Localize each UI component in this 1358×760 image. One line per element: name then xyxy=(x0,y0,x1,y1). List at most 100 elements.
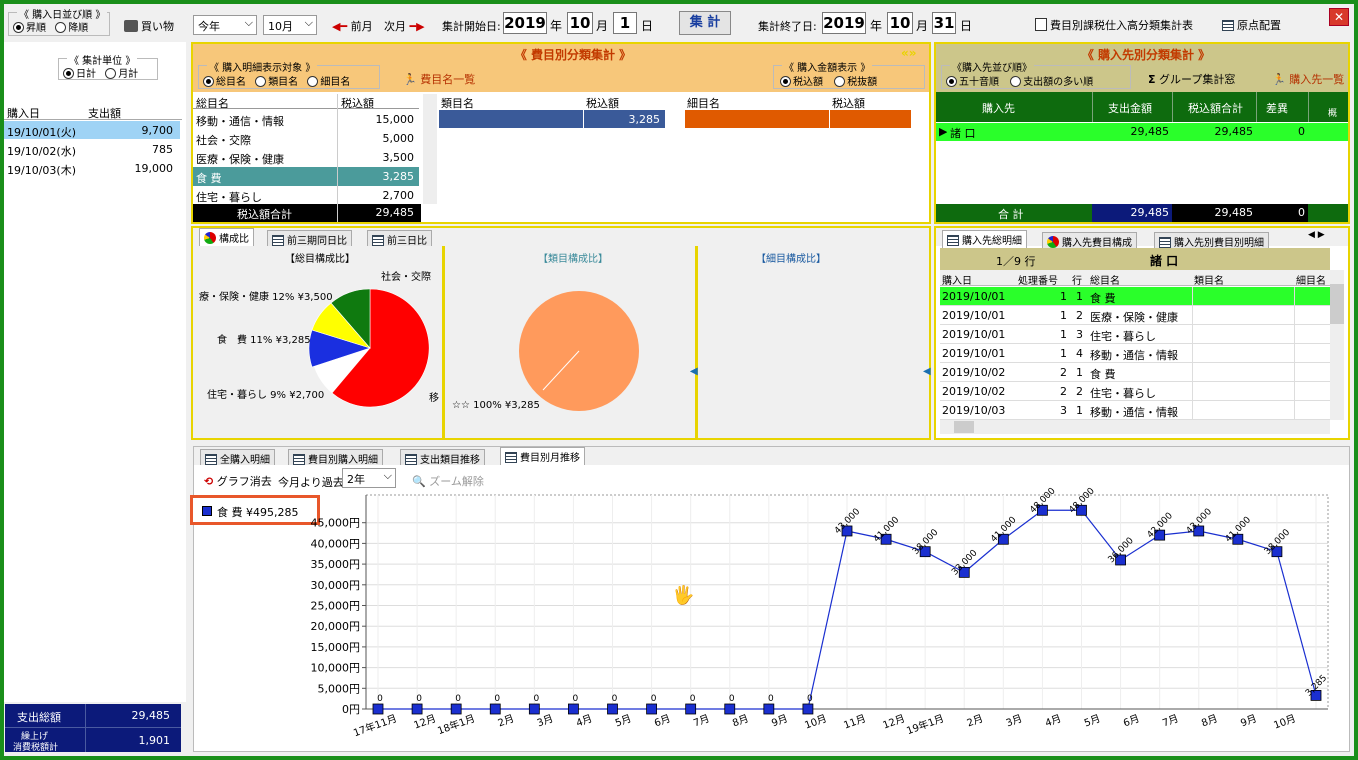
table-row[interactable]: 住宅・暮らし 2,700 xyxy=(193,186,419,205)
report-icon xyxy=(1035,18,1047,31)
end-year-input[interactable]: 2019 xyxy=(822,12,866,34)
data-label: 0 xyxy=(377,694,383,704)
expense-list-button[interactable]: 🏃 費目名一覧 xyxy=(403,71,475,87)
collapse-icon[interactable]: «» xyxy=(901,46,917,60)
current-supplier: 諸 口 xyxy=(1150,254,1179,268)
table-row-selected[interactable]: 食 費 3,285 xyxy=(193,167,419,186)
monthly-radio[interactable]: 月計 xyxy=(105,68,138,80)
grid-icon xyxy=(272,235,284,246)
x-tick-label: 10月 xyxy=(1272,713,1297,732)
data-point xyxy=(646,703,657,715)
table-row[interactable]: 医療・保険・健康 3,500 xyxy=(193,148,419,167)
layout-icon xyxy=(1222,20,1234,31)
detail-col-name: 細目名 xyxy=(687,97,720,110)
table-row[interactable]: 2019/10/02 2 1 食 費 xyxy=(940,363,1330,382)
pie-icon xyxy=(1047,236,1059,248)
table-row[interactable]: 19/10/03(木) 19,000 xyxy=(4,159,180,177)
x-tick-label: 10月 xyxy=(803,713,828,732)
table-row-selected[interactable]: 3,285 xyxy=(439,110,665,128)
table-row[interactable]: 2019/10/02 2 2 住宅・暮らし xyxy=(940,382,1330,401)
expand-arrow-icon[interactable]: ◀ xyxy=(923,366,931,377)
detail-hscroll[interactable] xyxy=(940,420,1330,434)
y-tick-label: 30,000円 xyxy=(311,579,361,592)
taxout-radio[interactable]: 税抜額 xyxy=(834,76,877,88)
x-tick-label: 8月 xyxy=(731,713,750,730)
report-button[interactable]: 費目別課税仕入高分類集計表 xyxy=(1035,17,1193,33)
y-tick-label: 45,000円 xyxy=(311,517,361,530)
table-row-selected[interactable] xyxy=(685,110,911,128)
detail-vscroll[interactable] xyxy=(1330,270,1344,420)
label-housing: 住宅・暮らし 9% ¥2,700 xyxy=(207,390,325,401)
x-tick-label: 19年1月 xyxy=(905,712,946,738)
tab-prev-day[interactable]: 前三日比 xyxy=(367,230,432,247)
x-tick-label: 2月 xyxy=(965,713,984,730)
tab-supplier-detail[interactable]: 購入先総明細 xyxy=(942,230,1027,248)
aggregate-button[interactable]: 集 計 xyxy=(679,11,731,35)
sort-asc-radio[interactable]: 昇順 xyxy=(13,22,46,34)
data-label: 0 xyxy=(494,694,500,704)
table-row[interactable]: 2019/10/01 1 3 住宅・暮らし xyxy=(940,325,1330,344)
table-row[interactable]: 2019/10/03 3 1 移動・通信・情報 xyxy=(940,401,1330,420)
tab-supplier-expense[interactable]: 購入先費目構成 xyxy=(1042,232,1137,249)
start-year-input[interactable]: 2019 xyxy=(503,12,547,34)
detail-tabs: 購入先総明細 購入先費目構成 購入先別費目別明細 ◀ ▶ xyxy=(936,228,1348,249)
year-select[interactable]: 今年 xyxy=(193,15,257,35)
ratio-panel: 構成比 前三期同日比 前三日比 【総目構成比】 社会・交際 療・保険・健康 12… xyxy=(191,226,931,440)
table-row[interactable]: 2019/10/01 1 1 食 費 xyxy=(940,287,1330,306)
expense-scrollbar[interactable] xyxy=(423,94,437,204)
x-tick-label: 6月 xyxy=(653,713,672,730)
data-label: 0 xyxy=(651,694,657,704)
table-row[interactable]: 19/10/01(火) 9,700 xyxy=(4,121,180,139)
start-month-input[interactable]: 10 xyxy=(567,12,593,34)
start-day-input[interactable]: 1 xyxy=(613,12,637,34)
kana-order-radio[interactable]: 五十音順 xyxy=(946,76,999,88)
supplier-detail-panel: 購入先総明細 購入先費目構成 購入先別費目別明細 ◀ ▶ 1／9 行 諸 口 購… xyxy=(934,226,1350,440)
sort-desc-radio[interactable]: 降順 xyxy=(55,22,88,34)
label-food: 食 費 11% ¥3,285 xyxy=(217,335,311,346)
data-point xyxy=(411,703,423,715)
pie-pane-detail: 【細目構成比】 ◀ ◀ xyxy=(690,246,931,438)
opt-class-radio[interactable]: 類目名 xyxy=(255,76,298,88)
x-tick-label: 4月 xyxy=(1043,713,1062,730)
data-label: 0 xyxy=(416,694,422,704)
data-point xyxy=(450,703,462,715)
table-row-selected[interactable]: ▶ 諸 口 29,485 29,485 0 xyxy=(936,123,1348,141)
x-tick-label: 18年1月 xyxy=(436,712,477,738)
opt-detail-radio[interactable]: 細目名 xyxy=(307,76,350,88)
x-tick-label: 11月 xyxy=(842,713,867,732)
amount-display-group: 《 購入金額表示 》 税込額 税抜額 xyxy=(773,59,925,89)
daily-radio[interactable]: 日計 xyxy=(63,68,96,80)
table-row[interactable]: 移動・通信・情報 15,000 xyxy=(193,110,419,129)
start-year-unit: 年 xyxy=(550,19,563,33)
total-label: 支出総額 xyxy=(17,711,61,724)
x-tick-label: 5月 xyxy=(1083,713,1102,730)
tab-prev-period[interactable]: 前三期同日比 xyxy=(267,230,352,247)
group-aggregate-button[interactable]: Σ グループ集計窓 xyxy=(1148,71,1235,87)
opt-total-radio[interactable]: 総目名 xyxy=(203,76,246,88)
shopping-button[interactable]: 買い物 xyxy=(124,18,174,34)
prev-month-button[interactable]: ◀━ 前月 xyxy=(332,18,373,34)
end-day-input[interactable]: 31 xyxy=(932,12,956,34)
amount-order-radio[interactable]: 支出額の多い順 xyxy=(1010,76,1093,88)
sigma-icon: Σ xyxy=(1148,73,1156,86)
shopping-icon xyxy=(124,20,138,32)
supplier-list-button[interactable]: 🏃 購入先一覧 xyxy=(1272,71,1344,87)
close-button[interactable]: ✕ xyxy=(1329,8,1349,26)
grid-icon xyxy=(947,235,959,246)
supplier-col-header: 購入先 支出金額 税込額合計 差異 概 xyxy=(936,92,1348,122)
table-row[interactable]: 2019/10/01 1 2 医療・保険・健康 xyxy=(940,306,1330,325)
tax-value: 1,901 xyxy=(138,734,171,747)
end-month-input[interactable]: 10 xyxy=(887,12,913,34)
taxin-radio[interactable]: 税込額 xyxy=(780,76,823,88)
table-row[interactable]: 社会・交際 5,000 xyxy=(193,129,419,148)
tab-scroll-icon[interactable]: ◀ ▶ xyxy=(1308,230,1325,240)
table-row[interactable]: 19/10/02(水) 785 xyxy=(4,140,180,158)
layout-button[interactable]: 原点配置 xyxy=(1222,17,1281,33)
tab-supplier-expense-detail[interactable]: 購入先別費目別明細 xyxy=(1154,232,1269,249)
tab-ratio[interactable]: 構成比 xyxy=(199,228,254,246)
x-tick-label: 3月 xyxy=(1004,713,1023,730)
next-month-button[interactable]: 次月 ━▶ xyxy=(384,18,425,34)
month-select[interactable]: 10月 xyxy=(263,15,317,35)
table-row[interactable]: 2019/10/01 1 4 移動・通信・情報 xyxy=(940,344,1330,363)
expand-arrow-icon[interactable]: ◀ xyxy=(690,366,698,377)
